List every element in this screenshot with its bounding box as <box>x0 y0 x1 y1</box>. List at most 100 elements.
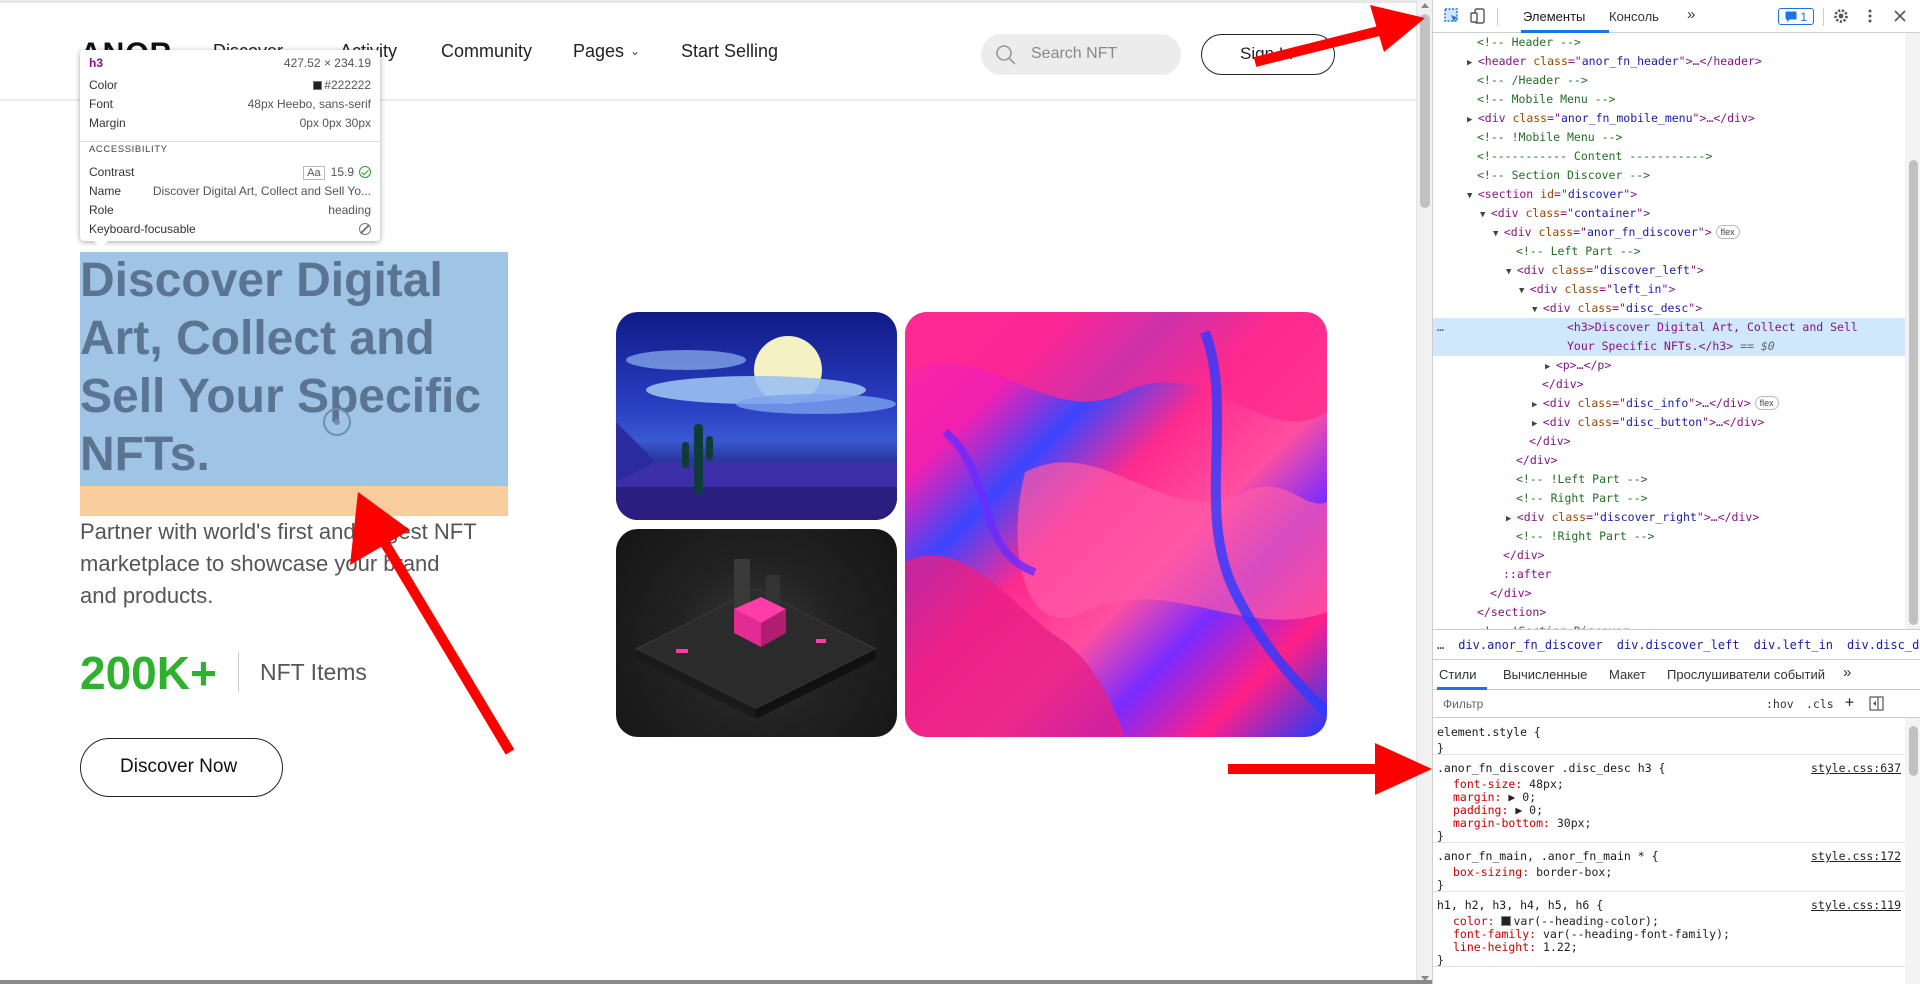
issues-badge[interactable]: 1 <box>1778 8 1814 25</box>
more-options-icon[interactable] <box>1861 7 1879 25</box>
filter-input[interactable]: Фильтр <box>1437 694 1752 714</box>
nav-pages[interactable]: Pages ⌄ <box>573 41 640 62</box>
dom-node[interactable]: </div> <box>1433 546 1905 565</box>
nft-image-isometric-city[interactable] <box>616 529 897 737</box>
breadcrumb-item[interactable]: div.discover_left <box>1617 638 1740 652</box>
expand-toggle-icon[interactable]: ▼ <box>1467 191 1478 201</box>
dom-node[interactable]: <!-- /Header --> <box>1433 71 1905 90</box>
dom-node[interactable]: ▶ <div class="anor_fn_mobile_menu">…</di… <box>1433 109 1905 128</box>
search-box[interactable]: Search NFT <box>981 34 1181 75</box>
css-source-link[interactable]: style.css:637 <box>1811 760 1901 776</box>
css-rule-selector[interactable]: .anor_fn_main, .anor_fn_main * {style.cs… <box>1437 848 1903 864</box>
device-toolbar-icon[interactable] <box>1469 7 1487 25</box>
scroll-up-arrow-icon[interactable] <box>1421 3 1429 8</box>
css-rule-selector[interactable]: .anor_fn_discover .disc_desc h3 {style.c… <box>1437 760 1903 776</box>
dom-node[interactable]: </div> <box>1433 451 1905 470</box>
dom-node[interactable]: <!-- !Right Part --> <box>1433 527 1905 546</box>
dom-node[interactable]: <!-- Right Part --> <box>1433 489 1905 508</box>
tab-styles[interactable]: Стили <box>1439 667 1476 682</box>
discover-now-button[interactable]: Discover Now <box>80 738 283 797</box>
css-source-link[interactable]: style.css:172 <box>1811 848 1901 864</box>
breadcrumb-overflow-icon[interactable]: … <box>1437 638 1444 652</box>
dom-node[interactable]: ▼ <div class="discover_left"> <box>1433 261 1905 280</box>
dom-node[interactable]: <!-- Left Part --> <box>1433 242 1905 261</box>
expand-toggle-icon[interactable]: ▼ <box>1532 305 1543 315</box>
breadcrumb-item[interactable]: div.left_in <box>1754 638 1833 652</box>
nft-image-abstract-paint[interactable] <box>905 312 1327 737</box>
expand-toggle-icon[interactable]: ▶ <box>1467 115 1478 125</box>
nav-start-selling[interactable]: Start Selling <box>681 41 778 62</box>
inspector-tooltip: h3 427.52 × 234.19 Color #222222 Font 48… <box>80 50 380 241</box>
styles-scrollbar[interactable] <box>1905 718 1920 984</box>
dom-node-selected[interactable]: … <h3>Discover Digital Art, Collect and S… <box>1433 318 1905 356</box>
dom-tree-scrollbar-thumb[interactable] <box>1909 160 1918 625</box>
dom-node[interactable]: ▼ <div class="left_in"> <box>1433 280 1905 299</box>
page-scrollbar[interactable] <box>1416 0 1432 984</box>
expand-toggle-icon[interactable]: ▶ <box>1532 419 1543 429</box>
add-rule-icon[interactable]: + <box>1845 693 1854 711</box>
expand-toggle-icon[interactable]: ▶ <box>1506 514 1517 524</box>
dom-node[interactable]: ▼ <div class="disc_desc"> <box>1433 299 1905 318</box>
dom-tree-scrollbar[interactable] <box>1905 33 1920 629</box>
color-swatch-icon[interactable] <box>1501 916 1512 926</box>
page-scrollbar-thumb[interactable] <box>1420 14 1430 208</box>
node-actions-icon[interactable]: … <box>1437 318 1444 337</box>
expand-toggle-icon[interactable]: ▶ <box>1532 400 1543 410</box>
stat-label: NFT Items <box>260 659 367 685</box>
expand-toggle-icon[interactable]: ▶ <box>1545 362 1556 372</box>
tooltip-font-value: 48px Heebo, sans-serif <box>247 97 371 111</box>
nav-community[interactable]: Community <box>441 41 532 62</box>
dom-node[interactable]: ▶ <header class="anor_fn_header">…</head… <box>1433 52 1905 71</box>
dom-node[interactable]: </section> <box>1433 603 1905 622</box>
dom-node[interactable]: ▶ <div class="disc_info">…</div> flex <box>1433 394 1905 413</box>
dom-node[interactable]: </div> <box>1433 375 1905 394</box>
expand-toggle-icon[interactable]: ▼ <box>1519 286 1530 296</box>
close-icon[interactable] <box>1891 7 1909 25</box>
tab-console[interactable]: Консоль <box>1609 9 1659 24</box>
dom-node[interactable]: <!-- !Section Discover --> <box>1433 622 1905 629</box>
css-rule-selector[interactable]: h1, h2, h3, h4, h5, h6 {style.css:119 <box>1437 897 1903 913</box>
more-tabs-icon[interactable]: » <box>1843 664 1851 681</box>
dom-node[interactable]: <!-- Header --> <box>1433 33 1905 52</box>
dom-node[interactable]: <!-- !Left Part --> <box>1433 470 1905 489</box>
tab-layout[interactable]: Макет <box>1609 667 1646 682</box>
dom-node[interactable]: ::after <box>1433 565 1905 584</box>
dom-node[interactable]: <!-- Mobile Menu --> <box>1433 90 1905 109</box>
dom-node[interactable]: ▶ <p>…</p> <box>1433 356 1905 375</box>
nft-image-desert-moon[interactable] <box>616 312 897 520</box>
dom-node[interactable]: ▶ <div class="disc_button">…</div> <box>1433 413 1905 432</box>
expand-toggle-icon[interactable]: ▶ <box>1467 58 1478 68</box>
rule-separator <box>1433 842 1905 843</box>
toggle-sidebar-icon[interactable] <box>1869 696 1884 711</box>
cls-toggle[interactable]: .cls <box>1806 697 1834 711</box>
css-rule-selector[interactable]: element.style { <box>1437 724 1903 740</box>
dom-node[interactable]: <!----------- Content -----------> <box>1433 147 1905 166</box>
tab-computed[interactable]: Вычисленные <box>1503 667 1587 682</box>
settings-gear-icon[interactable] <box>1832 7 1850 25</box>
tab-event-listeners[interactable]: Прослушиватели событий <box>1667 667 1825 682</box>
expand-toggle-icon[interactable]: ▼ <box>1480 210 1491 220</box>
dom-node[interactable]: <!-- !Mobile Menu --> <box>1433 128 1905 147</box>
expand-toggle-icon[interactable]: ▼ <box>1493 229 1504 239</box>
inspect-element-icon[interactable] <box>1443 7 1461 25</box>
styles-scrollbar-thumb[interactable] <box>1909 726 1918 776</box>
flex-badge[interactable]: flex <box>1715 225 1740 239</box>
tab-elements[interactable]: Элементы <box>1523 9 1585 24</box>
flex-badge[interactable]: flex <box>1754 396 1779 410</box>
styles-rules[interactable]: element.style {} .anor_fn_discover .disc_… <box>1433 718 1905 984</box>
css-source-link[interactable]: style.css:119 <box>1811 897 1901 913</box>
dom-node[interactable]: </div> <box>1433 584 1905 603</box>
breadcrumb-item[interactable]: div.disc_desc <box>1847 638 1920 652</box>
breadcrumb-item[interactable]: div.anor_fn_discover <box>1458 638 1603 652</box>
dom-node[interactable]: ▼ <section id="discover"> <box>1433 185 1905 204</box>
sign-in-button[interactable]: Sign In <box>1201 34 1335 75</box>
dom-node[interactable]: ▶ <div class="discover_right">…</div> <box>1433 508 1905 527</box>
dom-node[interactable]: ▼ <div class="anor_fn_discover"> flex <box>1433 223 1905 242</box>
hov-toggle[interactable]: :hov <box>1766 697 1794 711</box>
dom-node[interactable]: ▼ <div class="container"> <box>1433 204 1905 223</box>
dom-node[interactable]: <!-- Section Discover --> <box>1433 166 1905 185</box>
expand-toggle-icon[interactable]: ▼ <box>1506 267 1517 277</box>
dom-tree[interactable]: <!-- Header --> ▶ <header class="anor_fn_… <box>1433 33 1905 629</box>
more-tabs-icon[interactable]: » <box>1687 6 1695 23</box>
dom-node[interactable]: </div> <box>1433 432 1905 451</box>
